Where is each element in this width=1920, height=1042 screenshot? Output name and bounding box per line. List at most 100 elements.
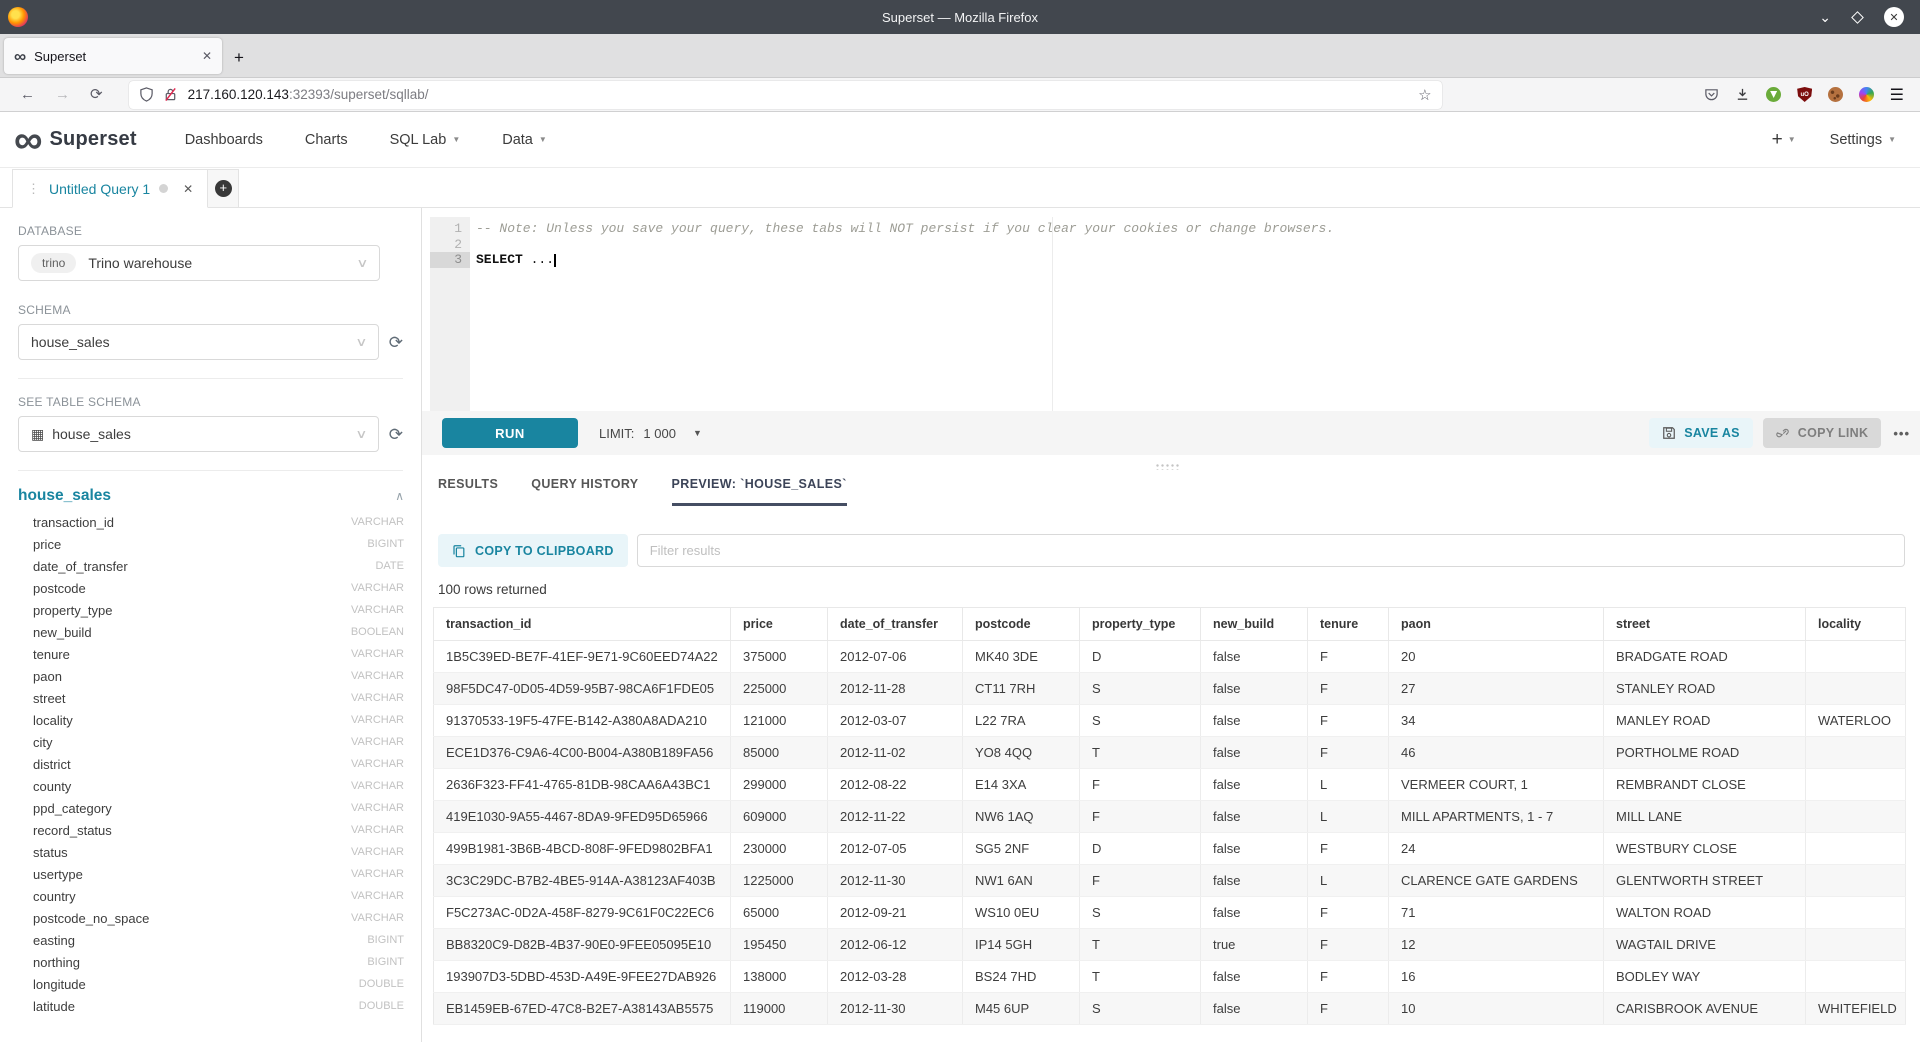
- cell-street: BRADGATE ROAD: [1604, 641, 1806, 673]
- cell-date-of-transfer: 2012-03-07: [828, 705, 963, 737]
- chevron-down-icon: ∨: [355, 335, 367, 349]
- cell-postcode: IP14 5GH: [963, 929, 1080, 961]
- insecure-lock-icon[interactable]: [163, 87, 178, 102]
- window-maximize-icon[interactable]: [1851, 11, 1864, 24]
- refresh-table-icon[interactable]: ⟳: [389, 426, 403, 443]
- copy-link-button[interactable]: COPY LINK: [1763, 418, 1882, 448]
- cell-tenure: F: [1308, 737, 1389, 769]
- header-paon[interactable]: paon: [1389, 608, 1604, 641]
- nav-item-data[interactable]: Data▼: [502, 132, 547, 148]
- query-tab-untitled-1[interactable]: ⋮ Untitled Query 1 ✕: [12, 169, 208, 208]
- window-minimize-icon[interactable]: ⌄: [1819, 12, 1831, 22]
- reload-icon[interactable]: ⟳: [90, 87, 103, 102]
- run-button[interactable]: RUN: [442, 418, 578, 448]
- tab-query-history[interactable]: QUERY HISTORY: [531, 477, 638, 503]
- superset-navbar: ∞ Superset Dashboards Charts SQL Lab▼ Da…: [0, 112, 1920, 168]
- results-controls: COPY TO CLIPBOARD: [438, 534, 1905, 567]
- cell-new-build: false: [1201, 673, 1308, 705]
- sql-editor[interactable]: 1 2 3 -- Note: Unless you save your quer…: [430, 217, 1905, 411]
- table-value: house_sales: [52, 426, 131, 442]
- sqllab-content: 1 2 3 -- Note: Unless you save your quer…: [422, 208, 1920, 1042]
- bookmark-star-icon[interactable]: ☆: [1418, 86, 1431, 104]
- cell-price: 225000: [731, 673, 828, 705]
- cell-street: STANLEY ROAD: [1604, 673, 1806, 705]
- superset-brand[interactable]: ∞ Superset: [14, 128, 137, 151]
- window-close-icon[interactable]: ✕: [1884, 7, 1904, 27]
- settings-menu[interactable]: Settings▼: [1830, 132, 1896, 148]
- nav-item-dashboards[interactable]: Dashboards: [185, 132, 263, 148]
- add-query-tab-button[interactable]: +: [208, 169, 239, 208]
- table-schema-title[interactable]: house_sales: [18, 487, 111, 505]
- cell-tenure: L: [1308, 801, 1389, 833]
- back-icon[interactable]: ←: [20, 87, 35, 102]
- header-property-type[interactable]: property_type: [1080, 608, 1201, 641]
- tab-results[interactable]: RESULTS: [438, 477, 498, 503]
- cell-locality: [1806, 737, 1906, 769]
- privacy-badger-icon[interactable]: [1766, 87, 1782, 103]
- download-icon[interactable]: [1735, 87, 1751, 103]
- refresh-schema-icon[interactable]: ⟳: [389, 334, 403, 351]
- header-tenure[interactable]: tenure: [1308, 608, 1389, 641]
- forward-icon[interactable]: →: [55, 87, 70, 102]
- nav-item-sql-lab[interactable]: SQL Lab▼: [390, 132, 461, 148]
- column-name: price: [33, 537, 61, 552]
- cell-transaction-id: 193907D3-5DBD-453D-A49E-9FEE27DAB926: [434, 961, 731, 993]
- database-select[interactable]: trino Trino warehouse ∨: [18, 245, 380, 281]
- query-tab-close-icon[interactable]: ✕: [183, 182, 193, 196]
- table-select[interactable]: ▦ house_sales ∨: [18, 416, 379, 452]
- ublock-icon[interactable]: uO: [1797, 87, 1813, 103]
- header-transaction-id[interactable]: transaction_id: [434, 608, 731, 641]
- schema-select[interactable]: house_sales ∨: [18, 324, 379, 360]
- tab-close-icon[interactable]: ✕: [202, 49, 212, 63]
- url-bar[interactable]: 217.160.120.143:32393/superset/sqllab/ ☆: [129, 81, 1442, 109]
- filter-results-input[interactable]: [637, 534, 1905, 567]
- cell-price: 299000: [731, 769, 828, 801]
- header-price[interactable]: price: [731, 608, 828, 641]
- nav-item-charts[interactable]: Charts: [305, 132, 348, 148]
- column-row: postcode_no_space VARCHAR: [18, 907, 404, 929]
- query-tab-bar: ⋮ Untitled Query 1 ✕ +: [0, 168, 1920, 208]
- chevron-down-icon: ▼: [1888, 135, 1896, 144]
- add-new-button[interactable]: +▼: [1772, 129, 1796, 151]
- cookie-extension-icon[interactable]: [1828, 87, 1844, 103]
- cell-new-build: false: [1201, 833, 1308, 865]
- drag-handle-icon[interactable]: ⋮: [27, 181, 40, 197]
- save-icon: [1662, 426, 1676, 440]
- cell-postcode: BS24 7HD: [963, 961, 1080, 993]
- cell-paon: 10: [1389, 993, 1604, 1025]
- header-date-of-transfer[interactable]: date_of_transfer: [828, 608, 963, 641]
- cell-locality: [1806, 929, 1906, 961]
- limit-control[interactable]: LIMIT: 1 000 ▼: [599, 426, 702, 441]
- cell-date-of-transfer: 2012-09-21: [828, 897, 963, 929]
- header-postcode[interactable]: postcode: [963, 608, 1080, 641]
- header-locality[interactable]: locality: [1806, 608, 1906, 641]
- cell-locality: [1806, 961, 1906, 993]
- cell-street: WALTON ROAD: [1604, 897, 1806, 929]
- save-as-button[interactable]: SAVE AS: [1649, 418, 1753, 448]
- collapse-chevron-icon[interactable]: ∧: [395, 489, 404, 503]
- pocket-icon[interactable]: [1704, 87, 1720, 103]
- editor-code[interactable]: -- Note: Unless you save your query, the…: [470, 217, 1905, 411]
- cell-price: 195450: [731, 929, 828, 961]
- new-tab-button[interactable]: +: [234, 48, 244, 68]
- extension-pinwheel-icon[interactable]: [1859, 87, 1875, 103]
- column-type: VARCHAR: [351, 824, 404, 836]
- column-row: record_status VARCHAR: [18, 819, 404, 841]
- tab-preview-house-sales[interactable]: PREVIEW: `HOUSE_SALES`: [672, 477, 847, 506]
- shield-icon[interactable]: [139, 87, 154, 102]
- browser-tab-superset[interactable]: ∞ Superset ✕: [4, 38, 222, 74]
- menu-icon[interactable]: ☰: [1890, 85, 1904, 105]
- cell-postcode: WS10 0EU: [963, 897, 1080, 929]
- column-name: postcode_no_space: [33, 911, 149, 926]
- copy-to-clipboard-button[interactable]: COPY TO CLIPBOARD: [438, 534, 628, 567]
- cell-paon: 46: [1389, 737, 1604, 769]
- cell-transaction-id: F5C273AC-0D2A-458F-8279-9C61F0C22EC6: [434, 897, 731, 929]
- pane-resize-handle[interactable]: [430, 455, 1905, 477]
- cell-new-build: false: [1201, 769, 1308, 801]
- header-street[interactable]: street: [1604, 608, 1806, 641]
- header-new-build[interactable]: new_build: [1201, 608, 1308, 641]
- column-name: transaction_id: [33, 515, 114, 530]
- more-menu-icon[interactable]: •••: [1893, 426, 1910, 441]
- limit-label: LIMIT:: [599, 426, 634, 441]
- text-cursor: [554, 254, 556, 267]
